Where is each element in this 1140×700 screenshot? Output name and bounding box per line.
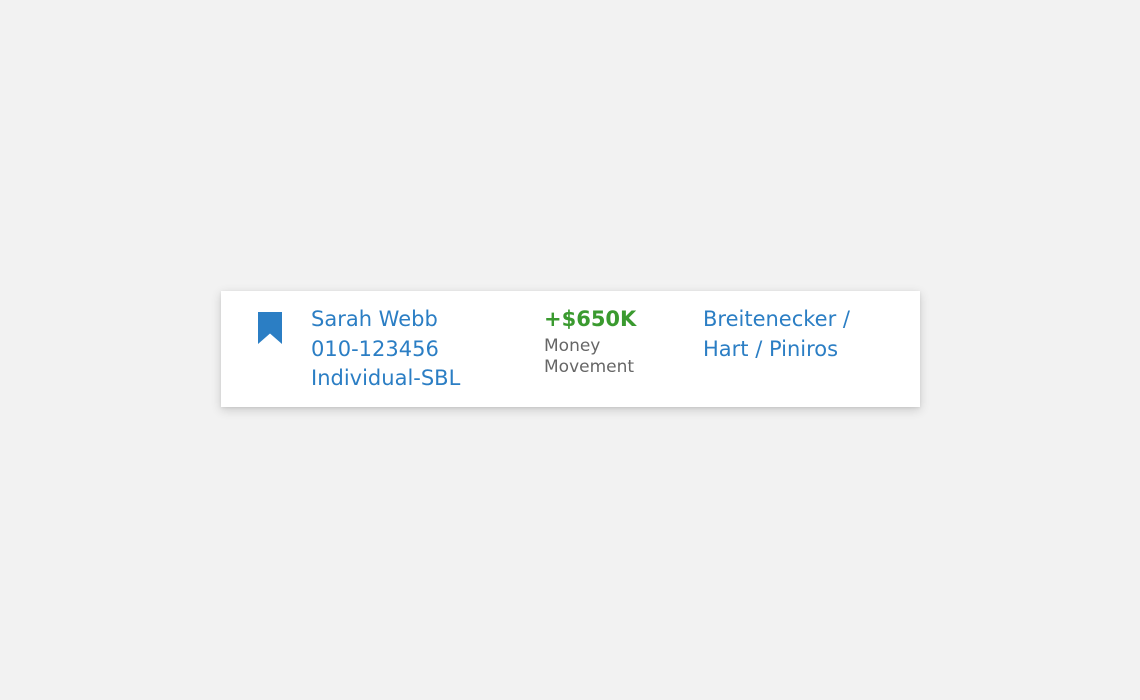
advisors-line-1: Breitenecker / [703,307,850,331]
activity-type-line-2: Movement [544,357,635,377]
advisors-link[interactable]: Breitenecker / Hart / Piniros [703,305,903,364]
account-number: 010-123456 [311,336,439,361]
activity-summary: +$650K Money Movement [544,305,674,378]
client-info: Sarah Webb 010-123456 Individual-SBL [311,305,521,394]
activity-type-line-1: Money [544,336,601,356]
advisors-line-2: Hart / Piniros [703,336,839,361]
activity-card[interactable]: Sarah Webb 010-123456 Individual-SBL +$6… [221,291,920,407]
bookmark-icon[interactable] [258,312,282,344]
client-name-link[interactable]: Sarah Webb [311,305,521,335]
account-type: Individual-SBL [311,366,461,390]
activity-amount: +$650K [544,307,637,331]
activity-type: Money Movement [544,336,674,378]
